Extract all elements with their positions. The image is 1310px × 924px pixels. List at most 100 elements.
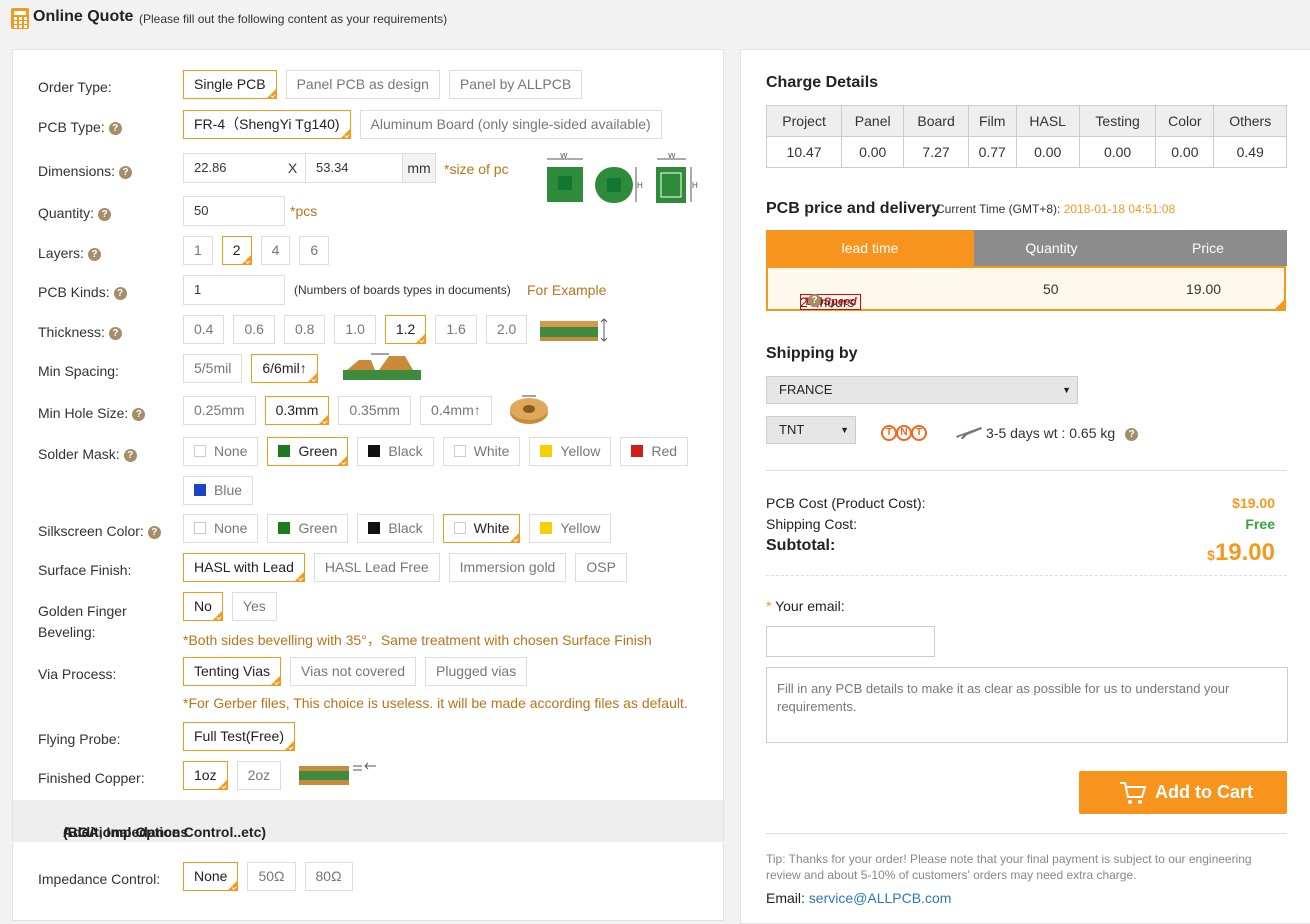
- add-to-cart-button[interactable]: Add to Cart: [1079, 771, 1287, 814]
- pcb-type-aluminum[interactable]: Aluminum Board (only single-sided availa…: [359, 110, 662, 139]
- thickness-1-6[interactable]: 1.6: [435, 315, 477, 344]
- finished-copper-label: Finished Copper:: [38, 770, 145, 786]
- delivery-option-row[interactable]: TopSpeed 24 hours ? 50 19.00: [766, 266, 1286, 311]
- golden-finger-no[interactable]: No: [183, 592, 223, 621]
- pcb-kinds-label: PCB Kinds:: [38, 284, 110, 300]
- help-icon[interactable]: ?: [119, 165, 133, 179]
- order-type-panel-allpcb[interactable]: Panel by ALLPCB: [448, 70, 583, 99]
- silk-white[interactable]: White: [442, 514, 521, 543]
- solder-black[interactable]: Black: [357, 437, 434, 466]
- quantity-unit: *pcs: [290, 203, 318, 219]
- thickness-1-2[interactable]: 1.2: [384, 315, 427, 344]
- finish-immersion-gold[interactable]: Immersion gold: [448, 553, 567, 582]
- swatch-icon: [368, 522, 381, 534]
- swatch-icon: [453, 445, 466, 457]
- min-spacing-options: 5/5mil 6/6mil↑: [183, 354, 318, 383]
- finished-copper-options: 1oz 2oz: [183, 761, 282, 790]
- help-icon[interactable]: ?: [113, 286, 127, 300]
- hole-0-35mm[interactable]: 0.35mm: [338, 396, 411, 425]
- golden-finger-yes[interactable]: Yes: [231, 592, 277, 621]
- carrier-select[interactable]: TNT ▼: [766, 416, 856, 444]
- impedance-none[interactable]: None: [183, 862, 239, 891]
- pcb-type-options: FR-4（ShengYi Tg140) Aluminum Board (only…: [183, 110, 662, 139]
- solder-blue[interactable]: Blue: [183, 476, 254, 505]
- email-input[interactable]: [766, 626, 935, 657]
- golden-finger-options: No Yes: [183, 592, 277, 621]
- thickness-1-0[interactable]: 1.0: [334, 315, 376, 344]
- layer-option-1[interactable]: 1: [183, 236, 213, 265]
- layer-option-2[interactable]: 2: [221, 236, 252, 265]
- swatch-icon: [278, 522, 291, 534]
- spacing-5-5mil[interactable]: 5/5mil: [183, 354, 243, 383]
- thickness-0-8[interactable]: 0.8: [283, 315, 326, 344]
- surface-finish-label: Surface Finish:: [38, 562, 132, 578]
- hole-0-25mm[interactable]: 0.25mm: [183, 396, 256, 425]
- silk-none[interactable]: None: [183, 514, 259, 543]
- order-type-single-pcb[interactable]: Single PCB: [183, 70, 277, 99]
- solder-white[interactable]: White: [442, 437, 521, 466]
- page-title: Online Quote: [33, 8, 134, 25]
- help-icon[interactable]: ?: [1125, 427, 1139, 441]
- height-input[interactable]: 53.34: [305, 153, 403, 183]
- silk-green[interactable]: Green: [267, 514, 349, 543]
- flying-probe-label: Flying Probe:: [38, 731, 121, 747]
- charge-value: 0.00: [1078, 136, 1157, 168]
- charge-table: Project Panel Board Film HASL Testing Co…: [765, 105, 1287, 168]
- width-input[interactable]: 22.86: [183, 153, 280, 183]
- solder-green[interactable]: Green: [267, 437, 349, 466]
- thickness-0-4[interactable]: 0.4: [183, 315, 225, 344]
- solder-red[interactable]: Red: [620, 437, 689, 466]
- tnt-logo-letter: T: [881, 425, 897, 441]
- charge-value: 0.77: [967, 136, 1017, 168]
- help-icon[interactable]: ?: [147, 525, 161, 539]
- help-icon[interactable]: ?: [808, 294, 821, 307]
- via-plugged[interactable]: Plugged vias: [425, 657, 528, 686]
- charge-panel: Charge Details Project Panel Board Film …: [740, 49, 1310, 924]
- charge-header: Testing: [1078, 105, 1157, 137]
- finish-osp[interactable]: OSP: [575, 553, 627, 582]
- quote-form-panel: Order Type: Single PCB Panel PCB as desi…: [12, 49, 724, 921]
- silk-yellow[interactable]: Yellow: [529, 514, 612, 543]
- online-quote-page: { "header": {"title": "Online Quote", "s…: [0, 0, 1310, 924]
- solder-none[interactable]: None: [183, 437, 259, 466]
- silk-black[interactable]: Black: [357, 514, 434, 543]
- finish-hasl-lead[interactable]: HASL with Lead: [183, 553, 305, 582]
- flying-probe-full-test[interactable]: Full Test(Free): [183, 722, 295, 751]
- pcb-type-label: PCB Type:: [38, 119, 105, 135]
- copper-1oz[interactable]: 1oz: [183, 761, 228, 790]
- charge-value: 0.00: [1155, 136, 1215, 168]
- via-tenting[interactable]: Tenting Vias: [183, 657, 282, 686]
- help-icon[interactable]: ?: [132, 407, 146, 421]
- via-not-covered[interactable]: Vias not covered: [290, 657, 417, 686]
- pcb-type-fr4[interactable]: FR-4（ShengYi Tg140): [183, 110, 351, 139]
- for-example-link[interactable]: For Example: [527, 282, 606, 298]
- dimension-x: X: [279, 153, 306, 183]
- help-icon[interactable]: ?: [87, 247, 101, 261]
- hole-0-4mm[interactable]: 0.4mm↑: [419, 396, 492, 425]
- layer-option-4[interactable]: 4: [260, 236, 291, 265]
- solder-mask-options: None Green Black White Yellow Red Blue: [183, 437, 703, 505]
- help-icon[interactable]: ?: [98, 207, 112, 221]
- order-type-panel-design[interactable]: Panel PCB as design: [285, 70, 440, 99]
- copper-2oz[interactable]: 2oz: [236, 761, 282, 790]
- quantity-input[interactable]: 50: [183, 196, 285, 226]
- help-icon[interactable]: ?: [108, 326, 122, 340]
- thickness-0-6[interactable]: 0.6: [233, 315, 275, 344]
- pcb-details-textarea[interactable]: Fill in any PCB details to make it as cl…: [766, 667, 1288, 743]
- dropdown-arrow-icon: ▼: [1062, 385, 1071, 395]
- service-email-link[interactable]: service@ALLPCB.com: [809, 890, 952, 906]
- spacing-6-6mil[interactable]: 6/6mil↑: [251, 354, 318, 383]
- impedance-80-ohm[interactable]: 80Ω: [304, 862, 353, 891]
- impedance-50-ohm[interactable]: 50Ω: [247, 862, 296, 891]
- help-icon[interactable]: ?: [123, 448, 137, 462]
- country-select[interactable]: FRANCE ▼: [766, 376, 1078, 404]
- thickness-label: Thickness:: [38, 324, 105, 340]
- solder-yellow[interactable]: Yellow: [529, 437, 612, 466]
- thickness-2-0[interactable]: 2.0: [485, 315, 528, 344]
- quantity-label: Quantity:: [38, 205, 95, 221]
- finish-hasl-lead-free[interactable]: HASL Lead Free: [313, 553, 440, 582]
- hole-0-3mm[interactable]: 0.3mm: [264, 396, 330, 425]
- help-icon[interactable]: ?: [108, 121, 122, 135]
- layer-option-6[interactable]: 6: [299, 236, 330, 265]
- pcb-kinds-input[interactable]: 1: [183, 275, 285, 305]
